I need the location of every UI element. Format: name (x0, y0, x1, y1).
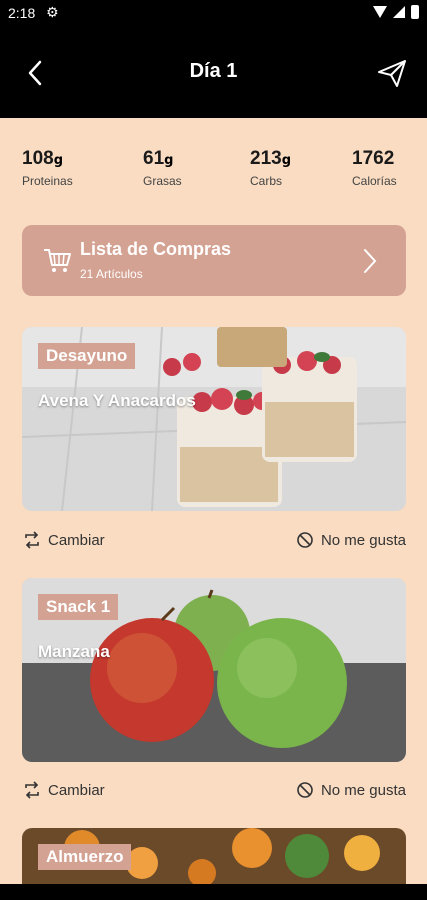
shopping-list-title: Lista de Compras (80, 239, 232, 259)
macro-fat: 61g Grasas (143, 148, 182, 188)
meal-type-tag: Desayuno (38, 343, 136, 369)
swap-button[interactable]: Cambiar (22, 530, 105, 550)
macro-label: Grasas (143, 174, 182, 188)
swap-icon (25, 531, 39, 549)
meal-name: Avena Y Anacardos (38, 391, 196, 410)
macro-value: 61 (143, 148, 165, 169)
meal-card-lunch[interactable]: Almuerzo (22, 828, 406, 884)
meal-actions: Cambiar No me gusta (22, 780, 406, 802)
dislike-label: No me gusta (320, 781, 406, 799)
gear-icon: ⚙ (46, 5, 59, 21)
meal-card-breakfast[interactable]: Desayuno Avena Y Anacardos (22, 327, 406, 511)
system-icons (373, 5, 419, 19)
macro-unit: g (164, 153, 174, 168)
meal-type-tag: Snack 1 (38, 594, 119, 620)
block-icon (297, 532, 313, 548)
shopping-list-count: 21 Artículos (80, 267, 143, 281)
signal-icon (393, 6, 405, 18)
battery-icon (411, 5, 419, 19)
macro-calories: 1762 Calorías (352, 148, 397, 188)
swap-button[interactable]: Cambiar (22, 780, 105, 800)
macro-unit: g (281, 153, 292, 168)
swap-icon (25, 781, 39, 799)
macro-label: Proteinas (22, 174, 73, 188)
chevron-right-icon (364, 249, 377, 273)
dislike-label: No me gusta (320, 531, 406, 549)
app-bar: Día 1 (0, 28, 427, 118)
meal-card-snack[interactable]: Snack 1 Manzana (22, 578, 406, 762)
block-icon (297, 782, 313, 798)
send-icon[interactable] (377, 58, 407, 88)
page-title: Día 1 (189, 60, 238, 82)
shopping-list-card[interactable]: Lista de Compras 21 Artículos (22, 225, 406, 296)
macro-protein: 108g Proteinas (22, 148, 73, 188)
navigation-bar (0, 884, 427, 900)
macro-value: 213 (250, 148, 282, 169)
macro-label: Calorías (352, 174, 397, 188)
status-bar: 2:18 ⚙ (0, 0, 427, 28)
cart-icon (44, 249, 71, 272)
swap-label: Cambiar (48, 531, 105, 549)
meal-name: Manzana (38, 642, 110, 661)
macro-value: 108 (22, 148, 54, 169)
macros-summary: 108g Proteinas 61g Grasas 213g Carbs 176… (0, 148, 427, 198)
macro-carbs: 213g Carbs (250, 148, 291, 188)
macro-unit: g (53, 153, 64, 168)
macro-value: 1762 (352, 148, 395, 169)
dislike-button[interactable]: No me gusta (295, 780, 406, 800)
wifi-icon (373, 6, 387, 18)
dislike-button[interactable]: No me gusta (295, 530, 406, 550)
swap-label: Cambiar (48, 781, 105, 799)
status-time: 2:18 (8, 5, 36, 21)
macro-label: Carbs (250, 174, 283, 188)
meal-type-tag: Almuerzo (38, 844, 132, 870)
meal-actions: Cambiar No me gusta (22, 530, 406, 552)
